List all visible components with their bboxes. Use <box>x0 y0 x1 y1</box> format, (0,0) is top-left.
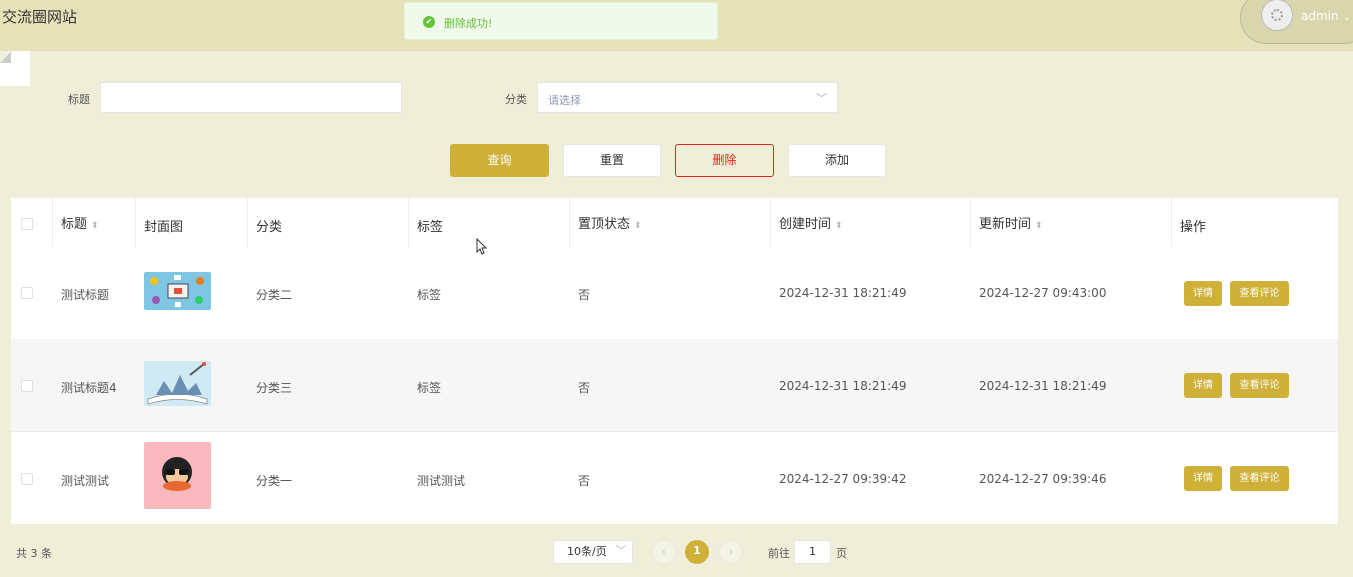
row-title: 测试测试 <box>61 474 110 488</box>
table-row: 测试测试 分类一 测试测试 否 2024-12-27 09:39:42 2024… <box>11 432 1338 524</box>
sort-icon[interactable]: ⬍ <box>835 221 843 231</box>
row-checkbox[interactable] <box>21 380 33 392</box>
detail-button[interactable]: 详情 <box>1184 281 1222 306</box>
row-updated: 2024-12-27 09:39:46 <box>979 472 1107 486</box>
table-header: 标题 ⬍ 封面图 分类 标签 置顶状态 ⬍ 创建时间 ⬍ 更新时间 ⬍ 操作 <box>11 198 1338 248</box>
page-corner-fold-icon <box>0 51 30 86</box>
row-category: 分类一 <box>256 474 293 488</box>
title-filter-label: 标题 <box>68 93 90 106</box>
data-table: 标题 ⬍ 封面图 分类 标签 置顶状态 ⬍ 创建时间 ⬍ 更新时间 ⬍ 操作 测试标题 … <box>11 198 1338 524</box>
select-all-checkbox[interactable] <box>21 218 33 230</box>
view-comments-button[interactable]: 查看评论 <box>1230 466 1289 491</box>
row-title: 测试标题4 <box>61 381 117 395</box>
cover-image <box>144 272 211 310</box>
user-menu[interactable]: admin ⌄ <box>1240 0 1353 44</box>
success-toast: ✔ 删除成功! <box>404 2 718 40</box>
column-header-updated[interactable]: 更新时间 ⬍ <box>979 213 1043 232</box>
column-header-pinned[interactable]: 置顶状态 ⬍ <box>578 213 642 232</box>
cover-image <box>144 442 211 509</box>
delete-button[interactable]: 删除 <box>675 144 774 177</box>
next-page-button[interactable]: › <box>719 540 743 564</box>
category-filter-label: 分类 <box>505 93 527 106</box>
site-title: 交流圈网站 <box>2 8 78 26</box>
column-header-actions: 操作 <box>1180 220 1207 235</box>
chevron-down-icon: ﹀ <box>616 546 626 557</box>
row-created: 2024-12-27 09:39:42 <box>779 472 907 486</box>
cover-image <box>144 361 211 406</box>
table-row: 测试标题4 分类三 标签 否 2024-12-31 18:21:49 2024-… <box>11 339 1338 432</box>
row-category: 分类三 <box>256 381 293 395</box>
username-label: admin ⌄ <box>1301 9 1351 23</box>
prev-page-button[interactable]: ‹ <box>652 540 676 564</box>
column-header-cover: 封面图 <box>144 220 184 235</box>
row-pinned: 否 <box>578 288 591 302</box>
page-size-select[interactable]: 10条/页 ﹀ <box>553 540 633 564</box>
row-tags: 测试测试 <box>417 474 466 488</box>
category-select-placeholder: 请选择 <box>548 94 581 107</box>
category-select[interactable]: 请选择 ﹀ <box>537 82 838 113</box>
detail-button[interactable]: 详情 <box>1184 373 1222 398</box>
sort-icon[interactable]: ⬍ <box>634 221 642 231</box>
table-row: 测试标题 分类二 标签 否 2024-12-31 18:21:49 2024-1… <box>11 247 1338 340</box>
row-created: 2024-12-31 18:21:49 <box>779 286 907 300</box>
row-pinned: 否 <box>578 474 591 488</box>
success-check-icon: ✔ <box>423 16 435 28</box>
column-header-category: 分类 <box>256 220 283 235</box>
view-comments-button[interactable]: 查看评论 <box>1230 373 1289 398</box>
view-comments-button[interactable]: 查看评论 <box>1230 281 1289 306</box>
row-title: 测试标题 <box>61 288 110 302</box>
title-search-input[interactable] <box>100 82 402 113</box>
row-created: 2024-12-31 18:21:49 <box>779 379 907 393</box>
row-tags: 标签 <box>417 381 442 395</box>
goto-prefix-label: 前往 <box>768 547 790 560</box>
avatar <box>1261 0 1293 31</box>
toast-message: 删除成功! <box>444 17 493 30</box>
page-size-value: 10条/页 <box>567 545 607 558</box>
sort-icon[interactable]: ⬍ <box>1035 221 1043 231</box>
sort-icon[interactable]: ⬍ <box>91 221 99 231</box>
query-button[interactable]: 查询 <box>450 144 549 177</box>
row-updated: 2024-12-31 18:21:49 <box>979 379 1107 393</box>
column-header-tags: 标签 <box>417 220 444 235</box>
row-category: 分类二 <box>256 288 293 302</box>
mouse-cursor-icon <box>476 238 488 255</box>
page-number-current[interactable]: 1 <box>685 540 709 564</box>
goto-page-input[interactable]: 1 <box>794 540 831 564</box>
chevron-down-icon: ﹀ <box>816 92 827 105</box>
row-updated: 2024-12-27 09:43:00 <box>979 286 1107 300</box>
row-pinned: 否 <box>578 381 591 395</box>
column-header-created[interactable]: 创建时间 ⬍ <box>779 213 843 232</box>
row-checkbox[interactable] <box>21 287 33 299</box>
add-button[interactable]: 添加 <box>788 144 886 177</box>
chevron-down-icon: ⌄ <box>1342 12 1351 23</box>
total-count: 共 3 条 <box>16 547 52 560</box>
detail-button[interactable]: 详情 <box>1184 466 1222 491</box>
row-tags: 标签 <box>417 288 442 302</box>
goto-suffix-label: 页 <box>836 547 847 560</box>
row-checkbox[interactable] <box>21 473 33 485</box>
column-header-title[interactable]: 标题 ⬍ <box>61 213 99 232</box>
reset-button[interactable]: 重置 <box>563 144 661 177</box>
